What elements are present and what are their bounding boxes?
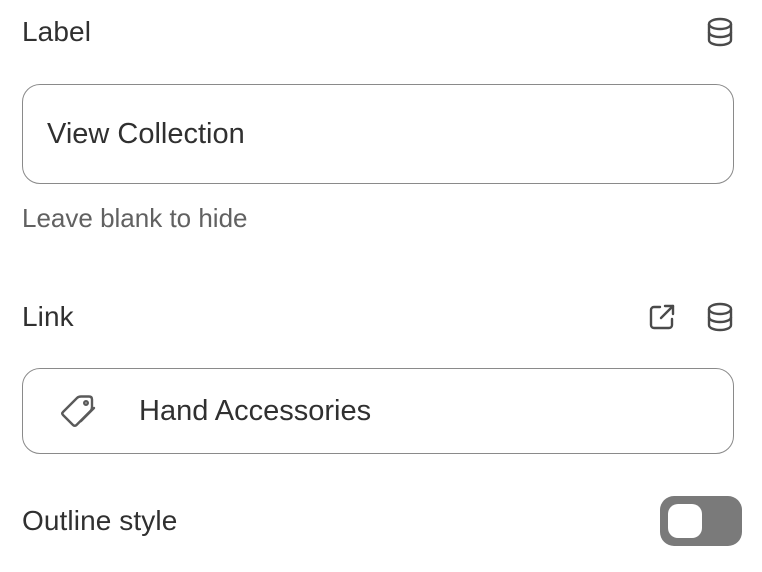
- outline-style-row: Outline style: [22, 496, 742, 546]
- label-input[interactable]: [47, 117, 733, 151]
- link-input-box[interactable]: Hand Accessories: [22, 368, 734, 454]
- outline-style-label: Outline style: [22, 505, 178, 536]
- label-input-box[interactable]: [22, 84, 734, 184]
- database-icon[interactable]: [700, 12, 740, 52]
- label-field-header: Label: [22, 12, 740, 52]
- tag-icon: [59, 394, 103, 428]
- label-field-label: Label: [22, 16, 92, 47]
- outline-style-toggle[interactable]: [660, 496, 742, 546]
- link-value: Hand Accessories: [139, 394, 372, 427]
- label-help-text: Leave blank to hide: [22, 203, 248, 233]
- settings-panel: Label Leave blank to hide Link: [0, 0, 762, 572]
- link-field-header: Link: [22, 297, 740, 337]
- toggle-knob: [668, 504, 702, 538]
- link-field-actions: [642, 297, 740, 337]
- external-link-icon[interactable]: [642, 297, 682, 337]
- database-icon[interactable]: [700, 297, 740, 337]
- link-field-label: Link: [22, 301, 74, 332]
